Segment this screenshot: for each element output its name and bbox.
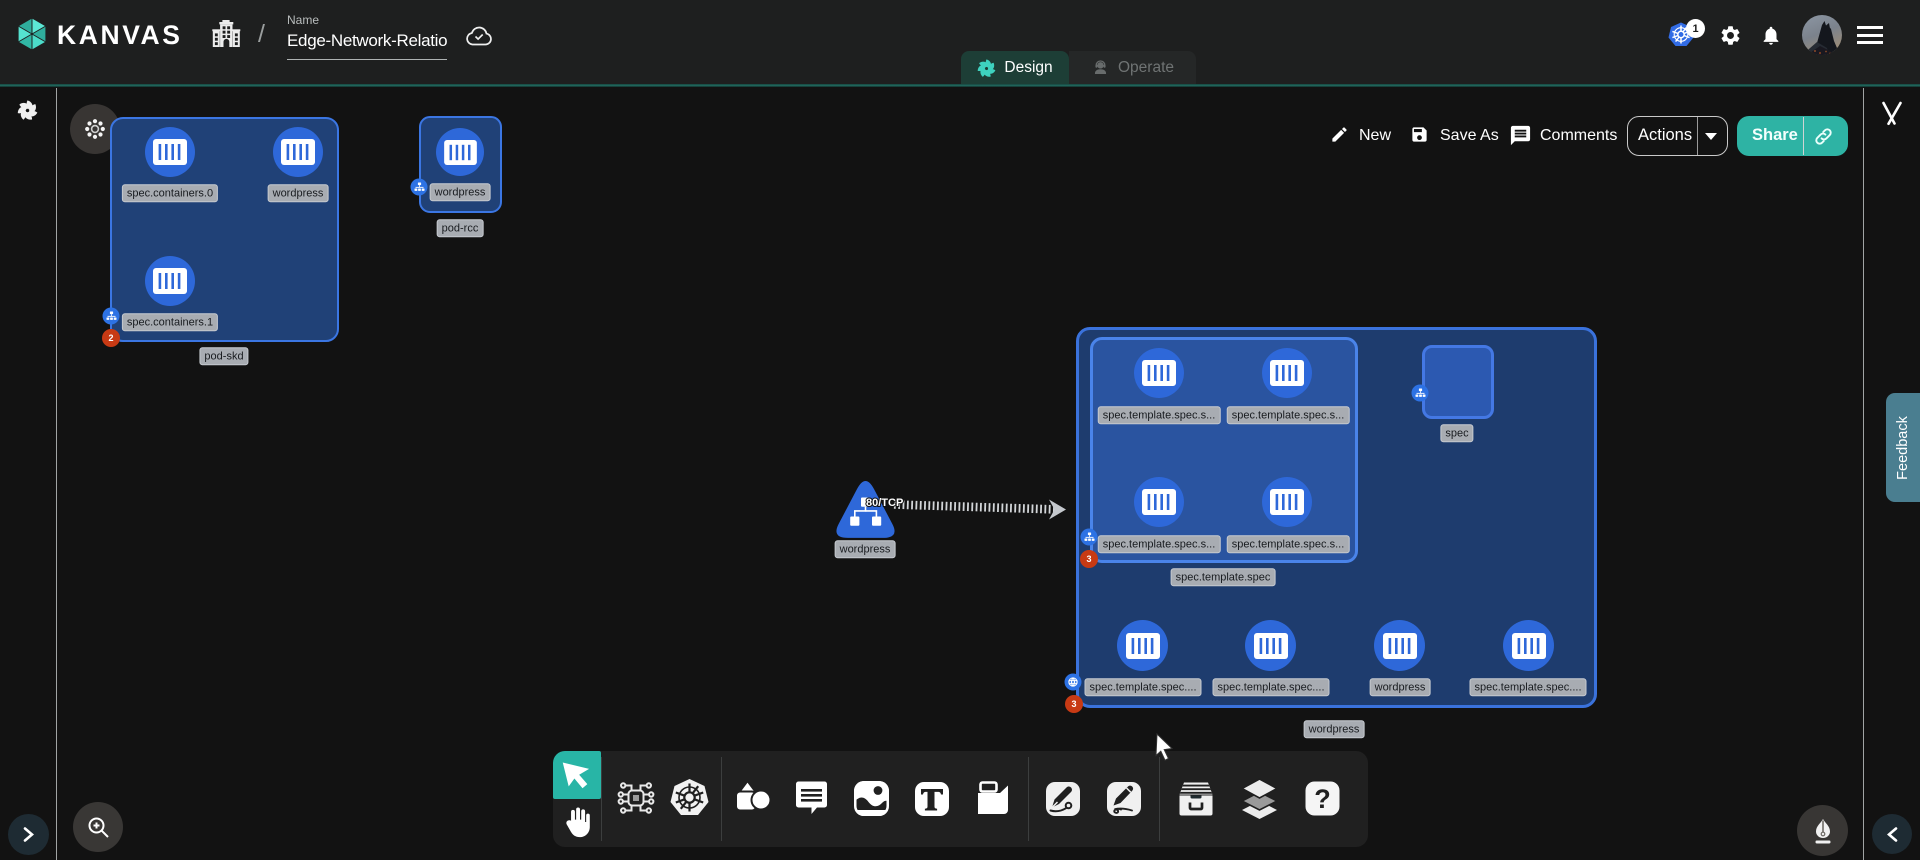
svg-text:?: ?: [1314, 784, 1331, 814]
svg-text:80/TCP: 80/TCP: [866, 497, 903, 509]
